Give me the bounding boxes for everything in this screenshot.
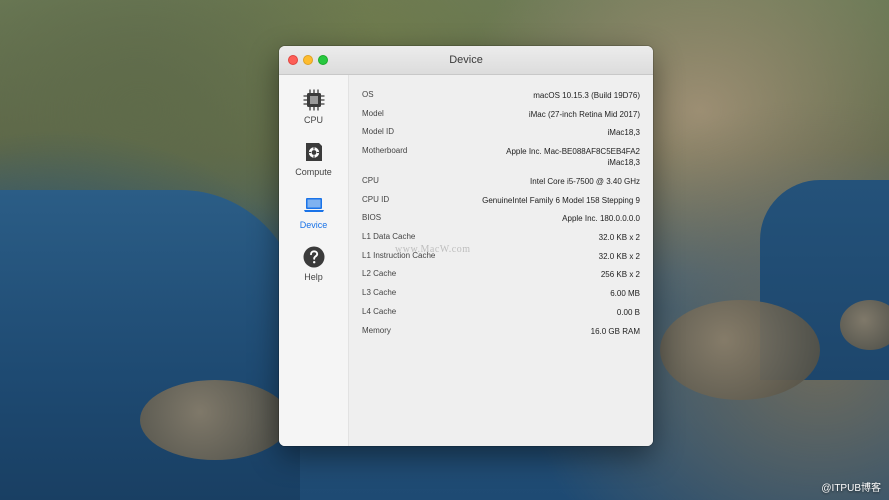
- site-watermark: www.MacW.com: [395, 244, 471, 255]
- sidebar-item-device[interactable]: Device: [279, 193, 348, 239]
- info-label: L3 Cache: [362, 288, 397, 297]
- window-titlebar[interactable]: Device: [279, 46, 653, 75]
- sidebar-item-label: Help: [304, 272, 323, 282]
- info-value: 32.0 KB x 2: [598, 233, 640, 242]
- info-value: 0.00 B: [616, 308, 640, 317]
- compute-card-icon: [305, 143, 322, 161]
- sidebar-item-label: CPU: [303, 115, 323, 125]
- info-label: Motherboard: [362, 146, 408, 155]
- wallpaper-rock: [140, 380, 290, 460]
- info-label: L1 Data Cache: [362, 232, 416, 241]
- info-label: Memory: [362, 326, 391, 335]
- sidebar-item-help[interactable]: Help: [279, 245, 348, 291]
- laptop-icon: [303, 198, 324, 212]
- info-label: OS: [362, 90, 374, 99]
- cpu-chip-icon: [303, 89, 324, 111]
- info-label: CPU ID: [362, 195, 390, 204]
- info-label: Model: [362, 109, 384, 118]
- info-label: L2 Cache: [362, 269, 397, 278]
- sidebar-item-label: Device: [299, 220, 328, 230]
- info-label: Model ID: [362, 127, 395, 136]
- info-label: BIOS: [362, 213, 382, 222]
- sidebar-item-compute[interactable]: Compute: [279, 140, 348, 186]
- window-title: Device: [449, 54, 483, 66]
- info-value: iMac18,3: [607, 128, 640, 137]
- info-value: 16.0 GB RAM: [590, 327, 640, 336]
- info-value: 6.00 MB: [610, 289, 640, 298]
- info-value: GenuineIntel Family 6 Model 158 Stepping…: [482, 196, 640, 205]
- sidebar-item-cpu[interactable]: CPU: [279, 88, 348, 134]
- sidebar: CPU Compute Device Help: [279, 75, 349, 446]
- info-value: iMac (27-inch Retina Mid 2017): [528, 110, 640, 119]
- corner-watermark: @ITPUB博客: [821, 483, 881, 494]
- info-label: CPU: [362, 176, 379, 185]
- sidebar-item-label: Compute: [295, 167, 332, 177]
- info-value: 256 KB x 2: [600, 270, 640, 279]
- info-value: Apple Inc. Mac-BE088AF8C5EB4FA2: [506, 147, 640, 156]
- device-info-panel: OS macOS 10.15.3 (Build 19D76) Model iMa…: [349, 75, 653, 446]
- wallpaper-rock: [660, 300, 820, 400]
- help-question-icon: [303, 246, 324, 268]
- info-value: 32.0 KB x 2: [598, 252, 640, 261]
- info-value: Intel Core i5-7500 @ 3.40 GHz: [530, 177, 640, 186]
- info-value: macOS 10.15.3 (Build 19D76): [533, 91, 640, 100]
- info-value: Apple Inc. 180.0.0.0.0: [562, 214, 640, 223]
- info-label: L4 Cache: [362, 307, 397, 316]
- info-value-line2: iMac18,3: [607, 158, 640, 167]
